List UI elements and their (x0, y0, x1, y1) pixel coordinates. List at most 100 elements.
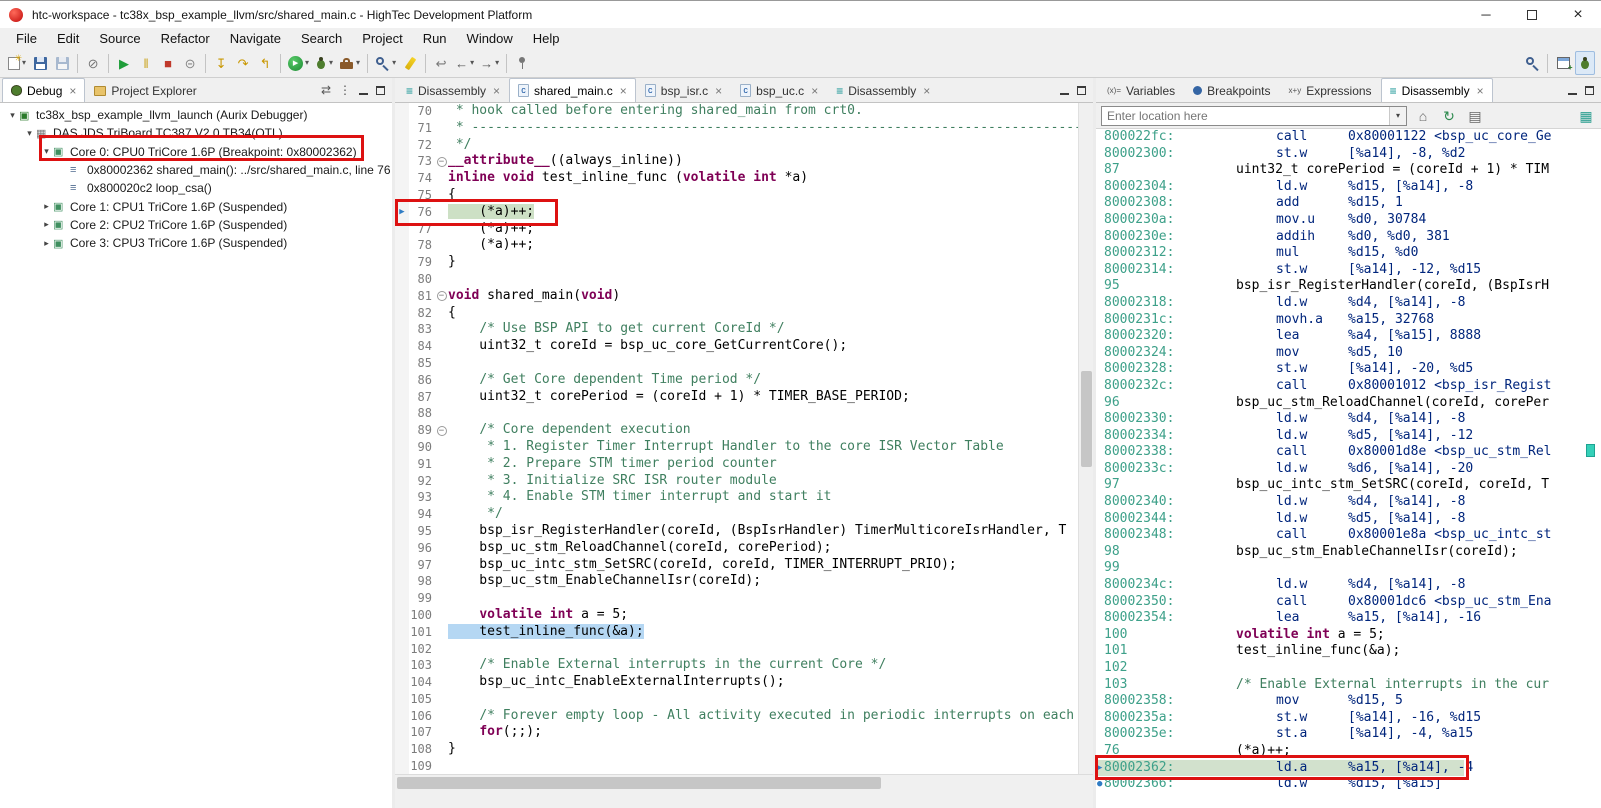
tree-item-0x80002362-shared-main[interactable]: ≡0x80002362 shared_main(): ../src/shared… (0, 161, 392, 179)
disassembly-instruction-row[interactable]: 80002350:call0x80001dc6 <bsp_uc_stm_Ena (1096, 594, 1601, 611)
home-icon[interactable]: ⌂ (1413, 106, 1433, 126)
close-icon[interactable]: × (715, 84, 722, 98)
tree-item-core-0-cpu0-tricore-1-6[interactable]: ▾▣Core 0: CPU0 TriCore 1.6P (Breakpoint:… (0, 143, 392, 161)
tree-expander-closed-icon[interactable]: ▸ (40, 201, 53, 212)
minimize-window-button[interactable]: ─ (1463, 1, 1509, 28)
pin-view-icon[interactable]: ▦ (1576, 106, 1596, 126)
minimize-view-button[interactable] (1568, 86, 1577, 95)
editor-tab-disassembly[interactable]: ≡Disassembly× (827, 78, 939, 102)
editor-line[interactable]: 72 */ (395, 137, 1093, 154)
menu-window[interactable]: Window (457, 30, 523, 48)
location-input[interactable] (1102, 109, 1389, 123)
editor-line[interactable]: 82{ (395, 305, 1093, 322)
editor-tab-disassembly[interactable]: ≡Disassembly× (397, 78, 509, 102)
fold-marker-icon[interactable]: − (435, 422, 448, 439)
code-editor[interactable]: 70 * hook called before entering shared_… (395, 103, 1093, 774)
back-button[interactable]: ←▾ (453, 51, 476, 75)
disassembly-source-row[interactable]: 102 (1096, 660, 1601, 677)
save-all-button[interactable] (52, 51, 72, 75)
disassembly-instruction-row[interactable]: 80002354:lea%a15, [%a14], -16 (1096, 610, 1601, 627)
editor-tab-bsp-isr-c[interactable]: cbsp_isr.c× (636, 78, 731, 102)
editor-line[interactable]: 81−void shared_main(void) (395, 288, 1093, 305)
menu-navigate[interactable]: Navigate (220, 30, 291, 48)
editor-line[interactable]: ▶76 (*a)++; (395, 204, 1093, 221)
open-element-button[interactable]: ▾ (373, 51, 398, 75)
disassembly-source-row[interactable]: 95bsp_isr_RegisterHandler(coreId, (BspIs… (1096, 278, 1601, 295)
editor-line[interactable]: 87 uint32_t corePeriod = (coreId + 1) * … (395, 389, 1093, 406)
editor-line[interactable]: 105 (395, 691, 1093, 708)
menu-edit[interactable]: Edit (47, 30, 89, 48)
suspend-button[interactable]: ‖ (136, 51, 156, 75)
menu-refactor[interactable]: Refactor (151, 30, 220, 48)
disassembly-instruction-row[interactable]: ▶80002362:ld.a%a15, [%a14], -4 (1096, 760, 1601, 777)
disassembly-source-row[interactable]: 76(*a)++; (1096, 743, 1601, 760)
dropdown-arrow-icon[interactable]: ▾ (329, 59, 333, 67)
step-into-button[interactable]: ↧ (211, 51, 231, 75)
menu-file[interactable]: File (6, 30, 47, 48)
menu-search[interactable]: Search (291, 30, 352, 48)
disassembly-instruction-row[interactable]: 80002314:st.w[%a14], -12, %d15 (1096, 262, 1601, 279)
editor-line[interactable]: 104 bsp_uc_intc_EnableExternalInterrupts… (395, 674, 1093, 691)
disassembly-instruction-row[interactable]: ●80002366:ld.w%d15, [%a15] (1096, 776, 1601, 793)
menu-source[interactable]: Source (89, 30, 150, 48)
location-dropdown-icon[interactable]: ▾ (1389, 107, 1406, 125)
editor-line[interactable]: 98 bsp_uc_stm_EnableChannelIsr(coreId); (395, 573, 1093, 590)
menu-project[interactable]: Project (352, 30, 412, 48)
debug-view-tab-debug[interactable]: Debug× (2, 78, 85, 102)
step-over-button[interactable]: ↷ (233, 51, 253, 75)
dropdown-arrow-icon[interactable]: ▾ (22, 59, 26, 67)
pin-editor-button[interactable] (512, 51, 532, 75)
dropdown-arrow-icon[interactable]: ▾ (392, 59, 396, 67)
disassembly-instruction-row[interactable]: 80002308:add%d15, 1 (1096, 195, 1601, 212)
editor-line[interactable]: 83 /* Use BSP API to get current CoreId … (395, 321, 1093, 338)
editor-horizontal-scrollbar[interactable] (395, 774, 1093, 791)
disassembly-instruction-row[interactable]: 8000235a:st.w[%a14], -16, %d15 (1096, 710, 1601, 727)
disassembly-instruction-row[interactable]: 80002328:st.w[%a14], -20, %d5 (1096, 361, 1601, 378)
tree-item-core-2-cpu2-tricore-1-6[interactable]: ▸▣Core 2: CPU2 TriCore 1.6P (Suspended) (0, 216, 392, 234)
editor-line[interactable]: 91 * 2. Prepare STM timer period counter (395, 456, 1093, 473)
fold-marker-icon[interactable]: − (435, 288, 448, 305)
debug-view-tab-project-explorer[interactable]: Project Explorer (85, 78, 205, 102)
horizontal-scroll-thumb[interactable] (397, 777, 881, 789)
last-edit-location-button[interactable]: ↩ (431, 51, 451, 75)
tree-item-0x800020c2-loop-csa[interactable]: ≡0x800020c2 loop_csa() (0, 179, 392, 197)
editor-line[interactable]: 96 bsp_uc_stm_ReloadChannel(coreId, core… (395, 540, 1093, 557)
editor-line[interactable]: 86 /* Get Core dependent Time period */ (395, 372, 1093, 389)
search-button[interactable] (1522, 51, 1542, 75)
disconnect-button[interactable]: ⊝ (180, 51, 200, 75)
editor-line[interactable]: 101 test_inline_func(&a); (395, 624, 1093, 641)
disassembly-instruction-row[interactable]: 80002344:ld.w%d5, [%a14], -8 (1096, 511, 1601, 528)
tree-item-tc38x-bsp-example-llvm-l[interactable]: ▾▣tc38x_bsp_example_llvm_launch (Aurix D… (0, 106, 392, 124)
editor-line[interactable]: 71 * -----------------------------------… (395, 120, 1093, 137)
disassembly-instruction-row[interactable]: 80002338:call0x80001d8e <bsp_uc_stm_Rel (1096, 444, 1601, 461)
location-combo[interactable]: ▾ (1101, 106, 1407, 126)
disassembly-instruction-row[interactable]: 8000234c:ld.w%d4, [%a14], -8 (1096, 577, 1601, 594)
disassembly-instruction-row[interactable]: 80002330:ld.w%d4, [%a14], -8 (1096, 411, 1601, 428)
step-return-button[interactable]: ↰ (255, 51, 275, 75)
disassembly-instruction-row[interactable]: 8000231c:movh.a%a15, 32768 (1096, 312, 1601, 329)
editor-line[interactable]: 95 bsp_isr_RegisterHandler(coreId, (BspI… (395, 523, 1093, 540)
editor-line[interactable]: 75{ (395, 187, 1093, 204)
maximize-view-button[interactable] (376, 86, 385, 95)
forward-button[interactable]: →▾ (478, 51, 501, 75)
editor-line[interactable]: 73−__attribute__((always_inline)) (395, 153, 1093, 170)
editor-line[interactable]: 92 * 3. Initialize SRC ISR router module (395, 473, 1093, 490)
dropdown-arrow-icon[interactable]: ▾ (495, 59, 499, 67)
disassembly-instruction-row[interactable]: 80002304:ld.w%d15, [%a14], -8 (1096, 179, 1601, 196)
debug-button[interactable]: ▾ (313, 51, 335, 75)
disassembly-source-row[interactable]: 101test_inline_func(&a); (1096, 643, 1601, 660)
maximize-editor-button[interactable] (1077, 86, 1086, 95)
disassembly-instruction-row[interactable]: 80002348:call0x80001e8a <bsp_uc_intc_st (1096, 527, 1601, 544)
editor-tab-bsp-uc-c[interactable]: cbsp_uc.c× (731, 78, 827, 102)
dropdown-arrow-icon[interactable]: ▾ (356, 59, 360, 67)
editor-line[interactable]: 78 (*a)++; (395, 237, 1093, 254)
disassembly-instruction-row[interactable]: 8000233c:ld.w%d6, [%a14], -20 (1096, 461, 1601, 478)
maximize-window-button[interactable] (1509, 1, 1555, 28)
editor-line[interactable]: 79} (395, 254, 1093, 271)
tree-expander-open-icon[interactable]: ▾ (6, 110, 19, 121)
editor-line[interactable]: 109 (395, 758, 1093, 774)
tree-expander-closed-icon[interactable]: ▸ (40, 219, 53, 230)
close-window-button[interactable]: × (1555, 1, 1601, 28)
dropdown-arrow-icon[interactable]: ▾ (470, 59, 474, 67)
run-button[interactable]: ▶▾ (286, 51, 311, 75)
